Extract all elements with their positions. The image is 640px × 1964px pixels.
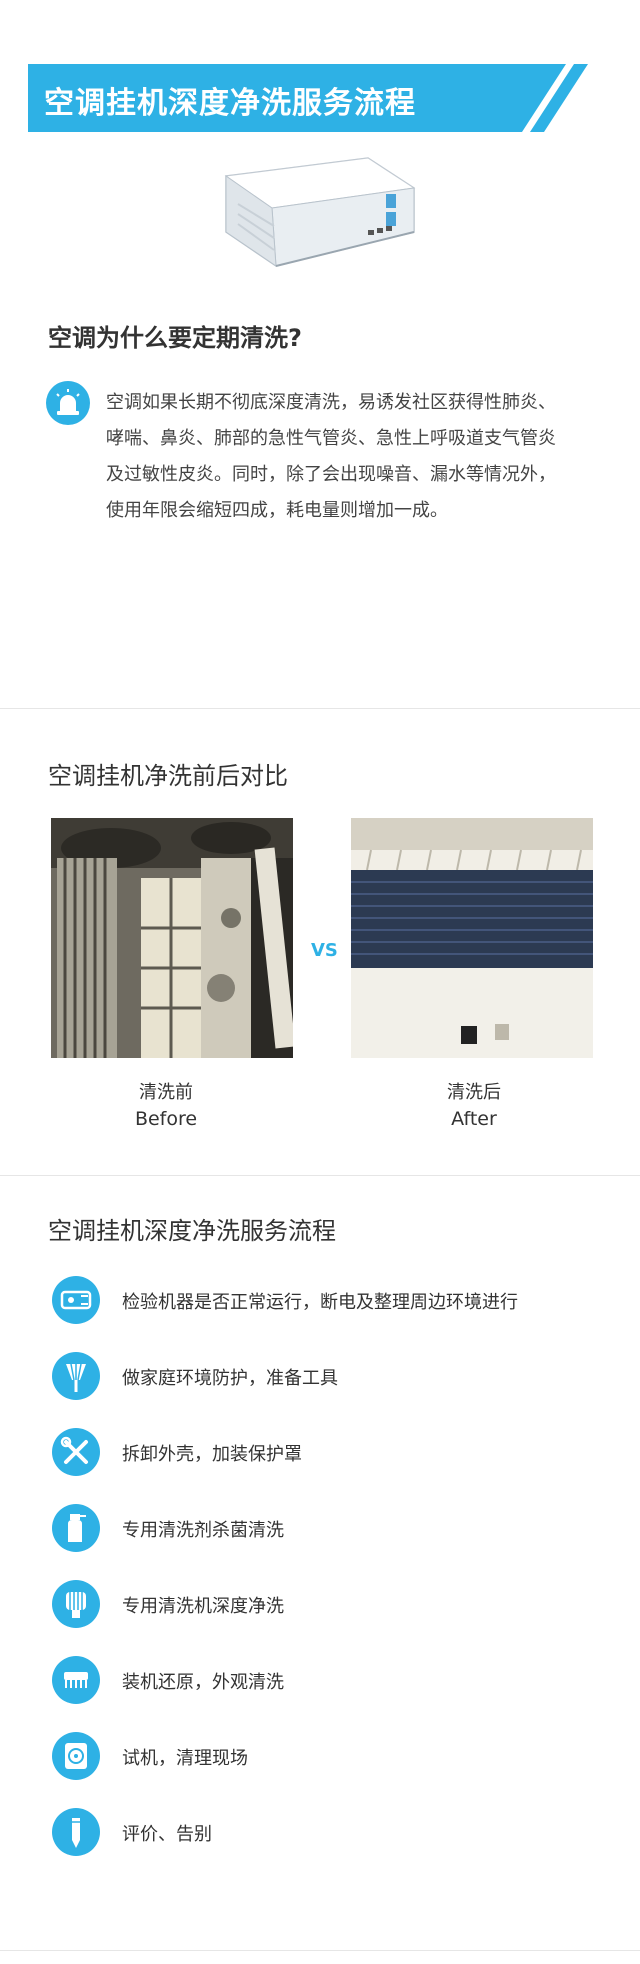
process-step-text: 装机还原，外观清洗 <box>122 1672 284 1693</box>
why-heading: 空调为什么要定期清洗? <box>48 324 302 352</box>
process-step-text: 专用清洗机深度净洗 <box>122 1596 284 1617</box>
process-step: 评价、告别 <box>52 1808 592 1858</box>
before-caption-en: Before <box>134 1108 198 1130</box>
plug-icon <box>52 1276 100 1324</box>
before-photo <box>51 818 293 1058</box>
test-run-icon <box>52 1732 100 1780</box>
process-step: 拆卸外壳，加装保护罩 <box>52 1428 592 1478</box>
process-step: 检验机器是否正常运行，断电及整理周边环境进行 <box>52 1276 592 1326</box>
before-caption-cn: 清洗前 <box>139 1082 193 1103</box>
process-step-text: 评价、告别 <box>122 1824 212 1845</box>
brush-icon <box>52 1656 100 1704</box>
pen-icon <box>52 1808 100 1856</box>
process-step-text: 检验机器是否正常运行，断电及整理周边环境进行 <box>122 1292 518 1313</box>
process-step: 专用清洗剂杀菌清洗 <box>52 1504 592 1554</box>
header-banner: 空调挂机深度净洗服务流程 <box>28 64 588 132</box>
process-step: 试机，清理现场 <box>52 1732 592 1782</box>
process-step: 装机还原，外观清洗 <box>52 1656 592 1706</box>
compare-heading: 空调挂机净洗前后对比 <box>48 762 288 790</box>
section-divider <box>0 1175 640 1176</box>
process-heading: 空调挂机深度净洗服务流程 <box>48 1217 336 1245</box>
why-paragraph: 空调如果长期不彻底深度清洗，易诱发社区获得性肺炎、哮喘、鼻炎、肺部的急性气管炎、… <box>106 392 556 521</box>
section-divider <box>0 1950 640 1951</box>
air-conditioner-illustration <box>224 157 416 267</box>
process-step-text: 专用清洗剂杀菌清洗 <box>122 1520 284 1541</box>
process-step-text: 做家庭环境防护，准备工具 <box>122 1368 338 1389</box>
vs-label: VS <box>311 940 338 961</box>
process-step-text: 试机，清理现场 <box>122 1748 248 1769</box>
after-caption-en: After <box>451 1108 497 1130</box>
page-title: 空调挂机深度净洗服务流程 <box>44 86 416 121</box>
process-step: 做家庭环境防护，准备工具 <box>52 1352 592 1402</box>
duster-icon <box>52 1352 100 1400</box>
process-step-text: 拆卸外壳，加装保护罩 <box>122 1444 302 1465</box>
section-divider <box>0 708 640 709</box>
process-step: 专用清洗机深度净洗 <box>52 1580 592 1630</box>
after-caption-cn: 清洗后 <box>447 1082 501 1103</box>
after-photo <box>351 818 593 1058</box>
spray-bottle-icon <box>52 1504 100 1552</box>
tools-icon <box>52 1428 100 1476</box>
cleaning-machine-icon <box>52 1580 100 1628</box>
alarm-light-icon <box>46 381 90 425</box>
